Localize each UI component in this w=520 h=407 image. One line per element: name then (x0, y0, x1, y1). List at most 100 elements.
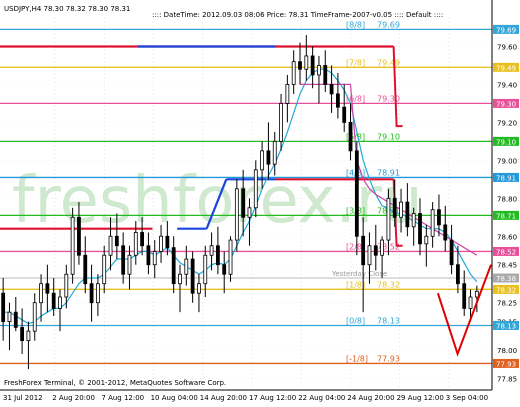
candle-body (64, 273, 69, 298)
candle-body (146, 245, 151, 266)
candle-body (234, 188, 239, 241)
candle-body (45, 283, 50, 294)
candle (70, 207, 75, 284)
candle-body (272, 140, 277, 165)
candle-body (443, 224, 448, 241)
price-tag-label: 78.91 (496, 174, 516, 182)
price-tick-label: 78.80 (497, 195, 517, 203)
candle-body (285, 84, 290, 104)
price-tag-label: 78.32 (496, 286, 516, 294)
time-tick-label: 29 Aug 12:00 (397, 394, 444, 402)
candle-body (1, 292, 6, 323)
candle-body (329, 84, 334, 95)
candle-body (197, 283, 201, 294)
price-tag-label: 78.13 (496, 322, 516, 330)
candle-body (247, 207, 252, 218)
candle-body (222, 264, 227, 275)
candle-body (373, 245, 378, 256)
candle-body (26, 330, 31, 342)
candle-body (209, 245, 214, 256)
murrey-level-label: [7/8] (346, 58, 365, 67)
candle-body (39, 283, 43, 304)
candle-body (335, 93, 340, 108)
candle-body (430, 209, 435, 237)
price-tag-label: 79.69 (496, 26, 516, 34)
candle-body (449, 239, 454, 266)
time-tick-label: 10 Aug 04:00 (151, 394, 198, 402)
candle-body (437, 209, 441, 226)
candle-body (253, 169, 258, 209)
chart-root: freshforex.ru [8/8]79.69[7/8]79.49[6/8]7… (0, 0, 520, 403)
candle-body (386, 197, 391, 241)
candle-body (455, 264, 460, 285)
candle-body (95, 283, 100, 304)
murrey-level-value: 79.69 (377, 20, 400, 29)
candle-body (51, 292, 56, 309)
candle-body (20, 326, 25, 342)
candle-body (121, 245, 126, 275)
price-tag-label: 79.49 (496, 64, 516, 72)
candle-body (474, 290, 479, 298)
candle-body (298, 61, 302, 70)
price-tick-label: 79.00 (497, 157, 517, 165)
candle-body (317, 65, 321, 76)
murrey-level-value: 78.32 (377, 280, 400, 289)
candle-body (399, 201, 403, 218)
candle-body (323, 65, 328, 85)
candle-body (260, 150, 265, 171)
murrey-level-label: [8/8] (346, 20, 365, 29)
candle-body (241, 188, 246, 218)
time-tick-label: 14 Aug 20:00 (200, 394, 247, 402)
time-tick-label: 3 Sep 04:00 (446, 394, 488, 402)
candle-body (228, 239, 233, 275)
price-tag-label: 78.52 (496, 248, 516, 256)
candle-body (152, 251, 157, 266)
candle-body (418, 213, 422, 245)
candle-body (380, 239, 385, 256)
candle-body (77, 216, 81, 256)
candle-body (468, 296, 473, 309)
price-tick-label: 78.00 (497, 347, 517, 355)
copyright-footer: FreshForex Terminal, © 2001-2012, MetaQu… (4, 379, 226, 387)
price-tick-label: 78.45 (497, 262, 517, 270)
price-tick-label: 78.25 (497, 300, 517, 308)
time-tick-label: 22 Aug 04:00 (298, 394, 345, 402)
candle-body (159, 235, 163, 252)
time-tick-label: 2 Aug 20:00 (52, 394, 95, 402)
candle-body (424, 235, 429, 245)
candle-body (108, 235, 113, 256)
candle-body (83, 254, 88, 285)
candle-body (367, 245, 372, 266)
candle-body (89, 283, 94, 304)
candle-body (114, 235, 119, 247)
candle-body (291, 61, 296, 85)
candle-body (184, 258, 189, 275)
price-tick-label: 79.60 (497, 43, 517, 51)
candle-body (361, 235, 366, 266)
price-tick-label: 77.85 (497, 376, 517, 384)
murrey-level-label: [1/8] (346, 280, 365, 289)
price-tag-label: 79.30 (496, 100, 516, 108)
murrey-level-label: [0/8] (346, 316, 365, 325)
price-tick-label: 79.20 (497, 119, 517, 127)
price-tag-label: 79.10 (496, 138, 516, 146)
murrey-level-value: 79.10 (377, 132, 400, 141)
symbol-header: USDJPY,H4 78.30 78.32 78.30 78.31 (4, 5, 130, 13)
price-chart[interactable]: freshforex.ru [8/8]79.69[7/8]79.49[6/8]7… (0, 0, 520, 403)
time-tick-label: 31 Jul 2012 (3, 394, 43, 402)
candle-body (190, 258, 195, 294)
candle-body (7, 311, 12, 323)
murrey-level-value: 78.13 (377, 316, 400, 325)
yesterday-close-label: Yesterday Close (331, 270, 387, 278)
price-tag-label: 78.71 (496, 212, 516, 220)
candle-body (342, 106, 347, 123)
candle-body (70, 216, 75, 275)
candle-body (405, 201, 410, 228)
candle-body (279, 103, 283, 142)
candle-body (178, 273, 182, 285)
candle-body (165, 235, 170, 249)
candle-body (102, 254, 107, 285)
candle-body (215, 245, 220, 266)
candle-body (133, 232, 138, 256)
candle-body (13, 311, 18, 328)
